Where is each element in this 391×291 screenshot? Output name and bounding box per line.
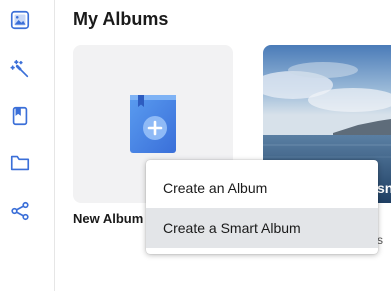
sidebar [0, 0, 55, 291]
folder-icon [10, 155, 30, 171]
magic-wand-icon [10, 59, 29, 78]
new-album-book-icon [130, 95, 176, 153]
new-album-label: New Album [73, 211, 144, 226]
share-icon [11, 201, 29, 221]
albums-app: My Albums New Album sn s Create an Album… [0, 0, 391, 291]
photos-icon [10, 10, 30, 30]
photo-album-title-fragment: sn [377, 180, 391, 196]
sidebar-item-folders[interactable] [6, 149, 34, 177]
menu-item-create-smart-album[interactable]: Create a Smart Album [146, 208, 378, 248]
sidebar-item-share[interactable] [6, 197, 34, 225]
create-album-menu: Create an Album Create a Smart Album [146, 160, 378, 254]
sidebar-item-magic[interactable] [6, 55, 34, 83]
album-book-icon [12, 106, 28, 126]
sidebar-item-albums[interactable] [6, 102, 34, 130]
sidebar-item-photos[interactable] [6, 6, 34, 34]
menu-item-create-album[interactable]: Create an Album [146, 168, 378, 208]
page-title: My Albums [73, 9, 169, 29]
